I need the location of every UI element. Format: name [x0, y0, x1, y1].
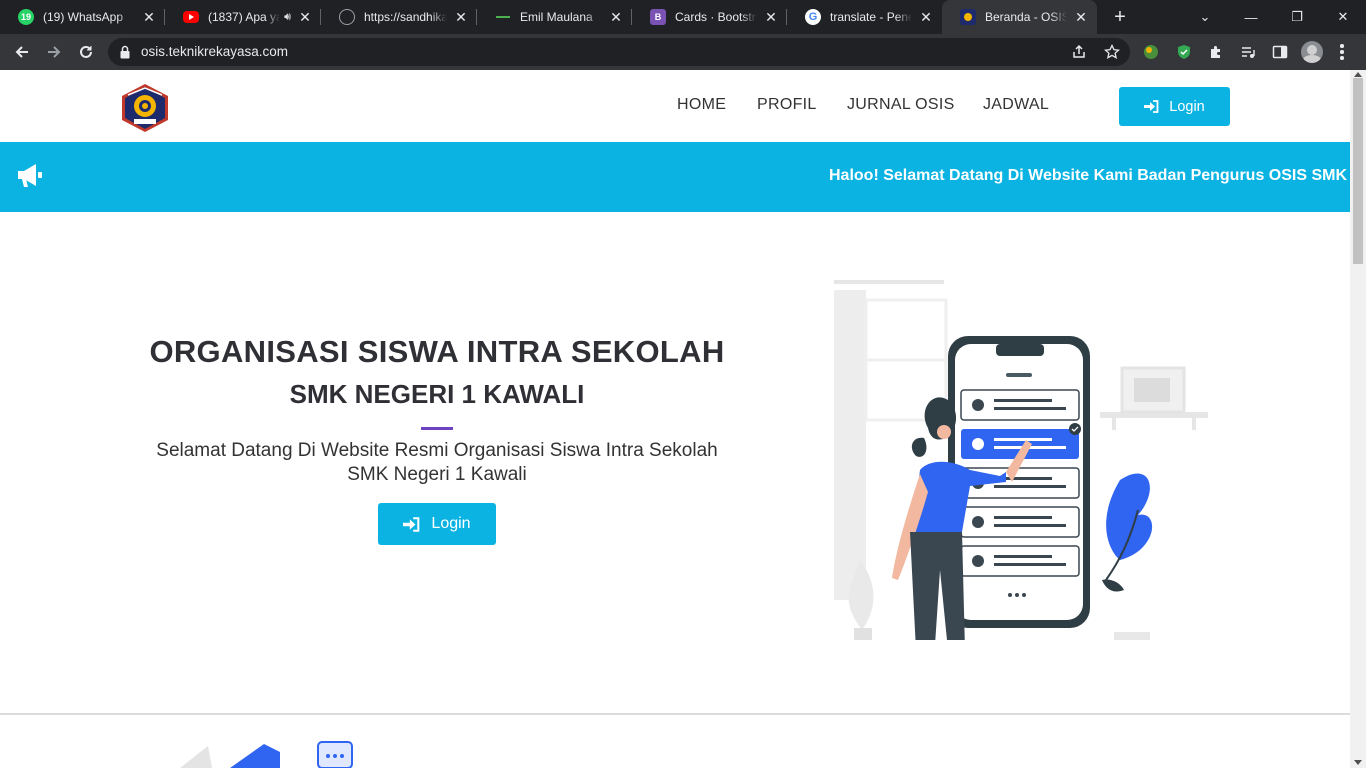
tab-title: Emil Maulana: [520, 10, 593, 24]
puzzle-extensions-icon[interactable]: [1208, 44, 1224, 60]
hero-login-button[interactable]: Login: [378, 503, 496, 545]
tab-whatsapp[interactable]: 19 (19) WhatsApp ✕: [0, 0, 165, 34]
hero-subtitle: SMK NEGERI 1 KAWALI: [289, 379, 585, 409]
hero-title: ORGANISASI SISWA INTRA SEKOLAH: [149, 334, 725, 369]
section-divider: [0, 713, 1350, 715]
hero-description-line-1: Selamat Datang Di Website Resmi Organisa…: [156, 440, 718, 461]
forward-button[interactable]: [42, 40, 66, 64]
speaker-icon[interactable]: 🔊︎: [284, 11, 291, 24]
web-page: HOME PROFIL JURNAL OSIS JADWAL Login Hal…: [0, 70, 1350, 768]
tab-title: (19) WhatsApp: [43, 10, 124, 24]
url-text: osis.teknikrekayasa.com: [141, 44, 289, 59]
tab-translate[interactable]: G translate - Penelusuran ✕: [787, 0, 942, 34]
close-tab-icon[interactable]: ✕: [141, 9, 157, 25]
nav-login-label: Login: [1169, 98, 1205, 115]
tab-title: translate - Penelusuran: [830, 10, 912, 24]
extension-globe-icon[interactable]: [1143, 44, 1159, 60]
back-button[interactable]: [10, 40, 34, 64]
features-illustration-partial: [180, 741, 353, 768]
close-tab-icon[interactable]: ✕: [453, 9, 469, 25]
share-icon[interactable]: [1071, 44, 1087, 60]
reload-icon: [80, 45, 92, 58]
dash-icon: [495, 9, 511, 25]
page-scrollbar[interactable]: [1350, 70, 1366, 768]
arrow-left-icon: [15, 46, 28, 58]
bookmark-star-icon[interactable]: [1104, 44, 1120, 60]
school-logo[interactable]: [118, 82, 172, 134]
close-tab-icon[interactable]: ✕: [763, 9, 779, 25]
tab-title: Cards · Bootstrap: [675, 10, 757, 24]
nav-jadwal[interactable]: JADWAL: [983, 96, 1049, 114]
profile-avatar[interactable]: [1301, 41, 1323, 63]
marquee-text: Haloo! Selamat Datang Di Website Kami Ba…: [829, 167, 1350, 184]
nav-profil[interactable]: PROFIL: [757, 96, 817, 114]
nav-jurnal-osis[interactable]: JURNAL OSIS: [847, 96, 955, 114]
reload-button[interactable]: [74, 40, 98, 64]
close-tab-icon[interactable]: ✕: [608, 9, 624, 25]
close-window-button[interactable]: ✕: [1320, 0, 1366, 34]
tab-title: https://sandhikag: [364, 10, 447, 24]
youtube-icon: [183, 11, 199, 23]
close-tab-icon[interactable]: ✕: [297, 9, 313, 25]
hero-description: Selamat Datang Di Website Resmi Organisa…: [130, 439, 744, 487]
side-panel-icon[interactable]: [1272, 44, 1288, 60]
whatsapp-icon: 19: [18, 9, 34, 25]
lock-icon[interactable]: [120, 45, 130, 59]
hero-illustration: [834, 280, 1208, 640]
bootstrap-icon: B: [650, 9, 666, 25]
sign-in-icon: [403, 516, 420, 532]
address-bar[interactable]: osis.teknikrekayasa.com: [108, 38, 1130, 66]
chrome-menu-button[interactable]: [1340, 44, 1344, 60]
tab-title: Beranda - OSIS SMK: [985, 10, 1067, 24]
announcement-marquee: Haloo! Selamat Datang Di Website Kami Ba…: [0, 142, 1350, 212]
new-tab-button[interactable]: +: [1108, 5, 1132, 29]
school-logo-icon: [960, 9, 976, 25]
browser-toolbar: osis.teknikrekayasa.com: [0, 34, 1366, 70]
hero-description-line-2: SMK Negeri 1 Kawali: [347, 464, 527, 485]
restore-button[interactable]: ❐: [1274, 0, 1320, 34]
arrow-right-icon: [48, 46, 61, 58]
tab-beranda-osis[interactable]: Beranda - OSIS SMK ✕: [942, 0, 1097, 34]
tab-sandhika[interactable]: https://sandhikag ✕: [321, 0, 477, 34]
minimize-button[interactable]: —: [1228, 0, 1274, 34]
tab-emil-maulana[interactable]: Emil Maulana ✕: [477, 0, 632, 34]
google-icon: G: [805, 9, 821, 25]
hero-login-label: Login: [431, 515, 471, 532]
scroll-down-arrow-icon[interactable]: [1354, 760, 1362, 765]
tab-bootstrap-cards[interactable]: B Cards · Bootstrap ✕: [632, 0, 787, 34]
sign-in-icon: [1144, 100, 1159, 113]
shield-icon[interactable]: [1176, 44, 1192, 60]
close-tab-icon[interactable]: ✕: [1073, 9, 1089, 25]
scroll-up-arrow-icon[interactable]: [1354, 72, 1362, 77]
tab-search-icon[interactable]: ⌄: [1182, 0, 1228, 34]
site-navbar: HOME PROFIL JURNAL OSIS JADWAL Login: [0, 70, 1350, 142]
title-underline: [421, 427, 453, 430]
media-queue-icon[interactable]: [1240, 44, 1256, 60]
nav-login-button[interactable]: Login: [1119, 87, 1230, 126]
nav-home[interactable]: HOME: [677, 96, 726, 114]
browser-tab-strip: 19 (19) WhatsApp ✕ (1837) Apa yang 🔊︎ ✕ …: [0, 0, 1366, 34]
megaphone-icon: [18, 164, 42, 187]
tab-title: (1837) Apa yang: [208, 10, 281, 24]
globe-icon: [339, 9, 355, 25]
close-tab-icon[interactable]: ✕: [918, 9, 934, 25]
tab-youtube[interactable]: (1837) Apa yang 🔊︎ ✕: [165, 0, 321, 34]
scrollbar-thumb[interactable]: [1353, 78, 1363, 264]
